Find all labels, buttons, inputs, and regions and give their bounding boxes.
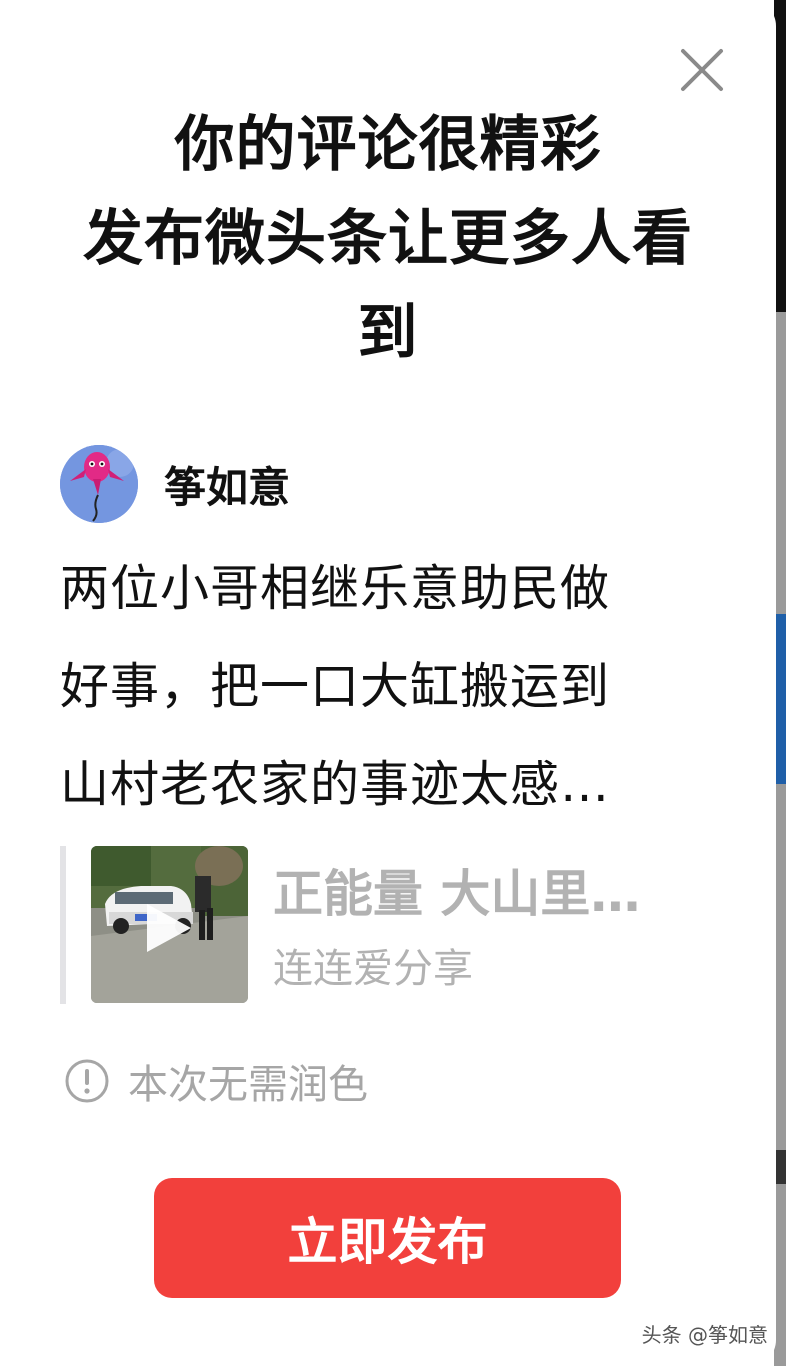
post-line: 两位小哥相继乐意助民做 [60,560,611,617]
quote-bar [60,846,66,1004]
publish-button[interactable]: 立即发布 [154,1178,621,1298]
quoted-video-card[interactable]: 正能量 大山里… 连连爱分享 [60,846,740,1004]
post-text: 两位小哥相继乐意助民做 好事，把一口大缸搬运到 山村老农家的事迹太感… [60,540,700,834]
publish-dialog: 你的评论很精彩 发布微头条让更多人看 到 筝如意 两位小哥相继乐意助民做 好事，… [0,0,776,1366]
headline-line: 到 [357,298,419,368]
close-icon [681,49,723,91]
watermark-text: 头条 @筝如意 [641,1323,768,1347]
dialog-headline: 你的评论很精彩 发布微头条让更多人看 到 [60,98,716,380]
video-source: 连连爱分享 [273,946,473,992]
polish-notice: 本次无需润色 [64,1054,368,1108]
background-glyph-segment [776,1150,786,1184]
video-thumbnail-image [91,846,248,1003]
author-row: 筝如意 [60,444,290,524]
post-line: 好事，把一口大缸搬运到 [60,658,611,715]
notice-text: 本次无需润色 [128,1062,368,1108]
post-line: 山村老农家的事迹太感… [60,756,611,813]
kite-avatar-image [60,445,138,523]
headline-line: 你的评论很精彩 [174,110,602,180]
headline-line: 发布微头条让更多人看 [83,204,693,274]
info-icon [65,1059,109,1103]
video-title: 正能量 大山里… [273,865,641,923]
video-thumbnail[interactable] [91,846,248,1003]
close-button[interactable] [672,40,732,100]
avatar [60,445,138,523]
author-name: 筝如意 [164,462,291,512]
